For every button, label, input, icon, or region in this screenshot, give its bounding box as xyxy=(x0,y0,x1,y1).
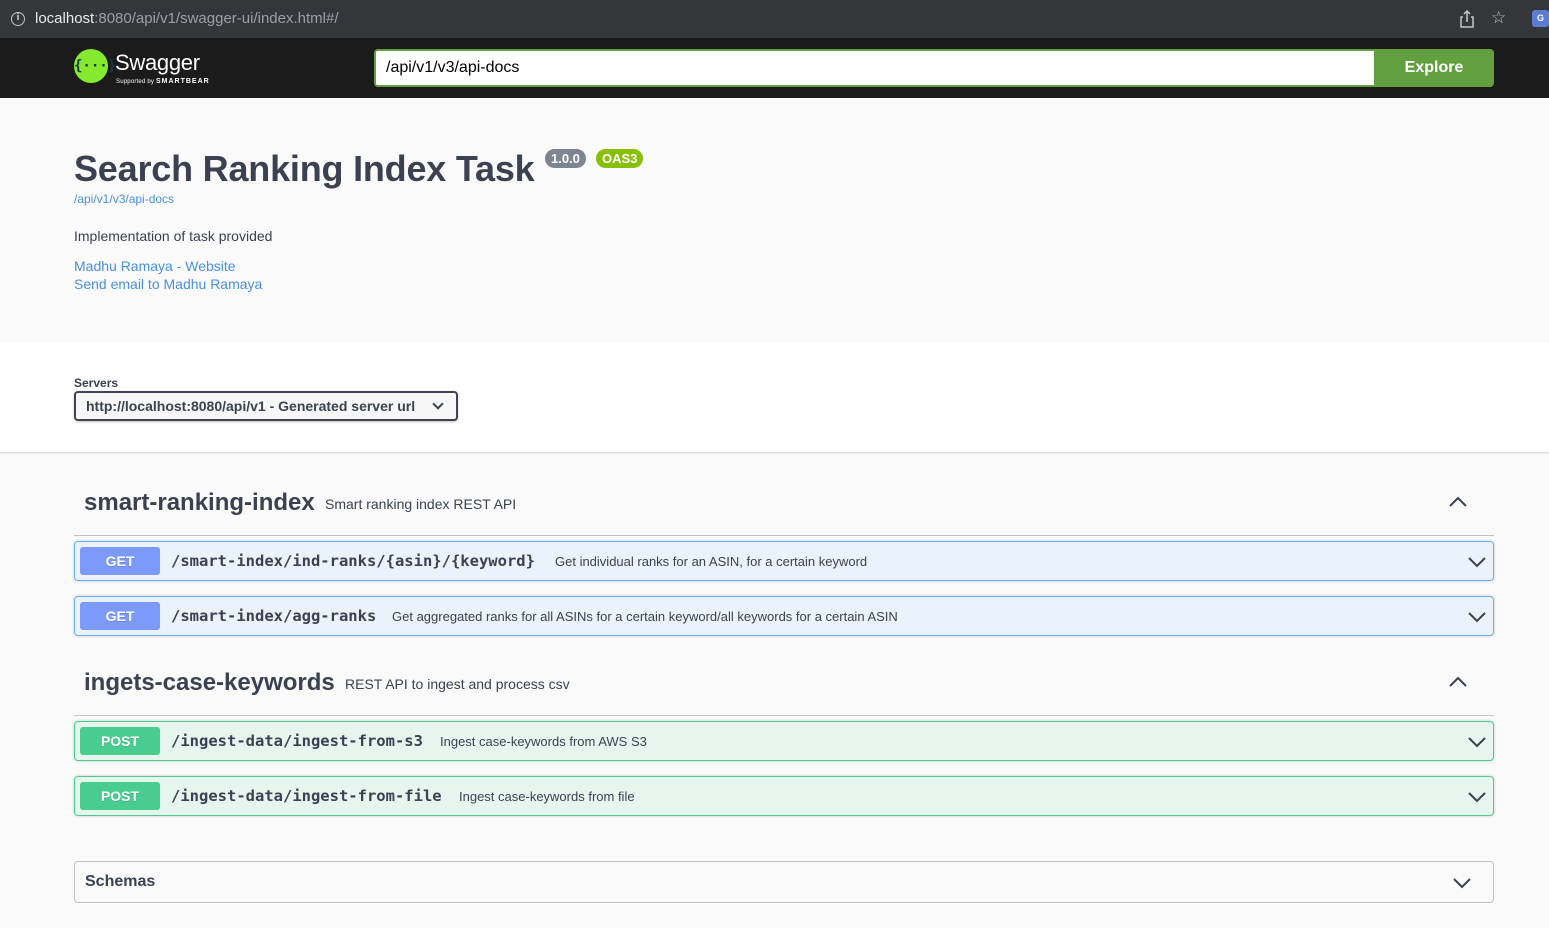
spec-link[interactable]: /api/v1/v3/api-docs xyxy=(74,192,174,206)
bookmark-star-icon[interactable]: ☆ xyxy=(1491,8,1506,28)
chevron-up-icon[interactable] xyxy=(1448,492,1468,512)
tag-description: REST API to ingest and process csv xyxy=(345,676,570,692)
tag-header-smart-ranking-index[interactable]: smart-ranking-index Smart ranking index … xyxy=(74,470,1494,536)
schemas-section[interactable]: Schemas xyxy=(74,861,1494,903)
info-icon[interactable]: i xyxy=(11,12,25,26)
logo-subtitle: Supported by SMARTBEAR xyxy=(116,78,210,85)
tag-name: smart-ranking-index xyxy=(84,489,315,516)
url-host: localhost xyxy=(35,10,95,27)
logo-text: Swagger xyxy=(115,50,200,75)
logo-sub-prefix: Supported by xyxy=(116,79,155,85)
method-badge: GET xyxy=(80,547,160,575)
operation-path: /smart-index/agg-ranks xyxy=(171,607,377,625)
operation-post-ingest-from-file[interactable]: POST /ingest-data/ingest-from-file Inges… xyxy=(74,776,1494,816)
operation-path: /ingest-data/ingest-from-s3 xyxy=(171,732,423,750)
servers-label: Servers xyxy=(74,376,119,390)
servers-selected-value: http://localhost:8080/api/v1 - Generated… xyxy=(86,398,416,414)
address-url[interactable]: localhost:8080/api/v1/swagger-ui/index.h… xyxy=(35,10,339,27)
tag-header-ingets-case-keywords[interactable]: ingets-case-keywords REST API to ingest … xyxy=(74,650,1494,716)
contact-email-link[interactable]: Send email to Madhu Ramaya xyxy=(74,276,262,292)
operation-post-ingest-from-s3[interactable]: POST /ingest-data/ingest-from-s3 Ingest … xyxy=(74,721,1494,761)
method-badge: POST xyxy=(80,727,160,755)
method-badge: GET xyxy=(80,602,160,630)
chevron-down-icon[interactable] xyxy=(1468,608,1486,626)
tag-description: Smart ranking index REST API xyxy=(325,496,517,512)
operation-summary: Ingest case-keywords from AWS S3 xyxy=(440,734,647,749)
servers-select[interactable]: http://localhost:8080/api/v1 - Generated… xyxy=(74,391,458,421)
operation-summary: Get individual ranks for an ASIN, for a … xyxy=(555,554,868,569)
servers-section: Servers http://localhost:8080/api/v1 - G… xyxy=(0,342,1549,452)
chevron-down-icon[interactable] xyxy=(1468,788,1486,806)
browser-address-bar: i localhost:8080/api/v1/swagger-ui/index… xyxy=(0,0,1549,38)
share-icon[interactable] xyxy=(1460,10,1474,28)
contact-website-link[interactable]: Madhu Ramaya - Website xyxy=(74,258,236,274)
operation-get-agg-ranks[interactable]: GET /smart-index/agg-ranks Get aggregate… xyxy=(74,596,1494,636)
version-badge: 1.0.0 xyxy=(545,149,586,168)
operation-path: /smart-index/ind-ranks/{asin}/{keyword} xyxy=(171,552,535,570)
operation-path: /ingest-data/ingest-from-file xyxy=(171,787,442,805)
chevron-down-icon[interactable] xyxy=(1468,553,1486,571)
swagger-logo-icon: {···} xyxy=(74,49,116,83)
chevron-down-icon xyxy=(432,398,444,410)
schemas-title: Schemas xyxy=(85,873,156,890)
tag-name: ingets-case-keywords xyxy=(84,669,335,696)
operation-summary: Ingest case-keywords from file xyxy=(459,789,635,804)
chevron-down-icon[interactable] xyxy=(1468,733,1486,751)
logo-sub-brand: SMARTBEAR xyxy=(155,78,210,85)
page-title: Search Ranking Index Task xyxy=(74,148,535,189)
chevron-up-icon[interactable] xyxy=(1448,672,1468,692)
spec-url-input[interactable] xyxy=(374,49,1374,87)
method-badge: POST xyxy=(80,782,160,810)
api-description: Implementation of task provided xyxy=(74,228,273,244)
swagger-logo[interactable]: {···} Swagger Supported by SMARTBEAR xyxy=(74,49,224,87)
operation-get-ind-ranks[interactable]: GET /smart-index/ind-ranks/{asin}/{keywo… xyxy=(74,541,1494,581)
swagger-topbar: {···} Swagger Supported by SMARTBEAR Exp… xyxy=(0,38,1549,98)
operation-summary: Get aggregated ranks for all ASINs for a… xyxy=(392,609,898,624)
url-path: :8080/api/v1/swagger-ui/index.html#/ xyxy=(94,10,339,27)
explore-button[interactable]: Explore xyxy=(1374,49,1494,87)
oas-badge: OAS3 xyxy=(596,149,644,168)
chevron-down-icon[interactable] xyxy=(1453,874,1471,892)
google-translate-extension-icon[interactable]: G xyxy=(1532,10,1549,27)
